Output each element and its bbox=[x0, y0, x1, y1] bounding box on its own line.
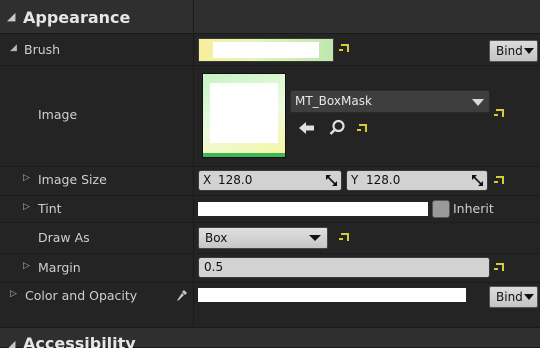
drag-handle-icon[interactable] bbox=[326, 175, 337, 186]
brush-bind-button[interactable]: Bind bbox=[489, 40, 538, 62]
chevron-down-icon bbox=[524, 48, 534, 54]
chevron-down-icon bbox=[524, 294, 534, 300]
reset-to-default-icon[interactable] bbox=[339, 44, 351, 52]
reset-to-default-icon[interactable] bbox=[494, 176, 506, 184]
section-title: Appearance bbox=[23, 8, 131, 27]
collapse-arrow-icon: ◢ bbox=[7, 10, 16, 23]
brush-label: Brush bbox=[24, 42, 61, 57]
appearance-section-header[interactable]: ◢ Appearance bbox=[0, 0, 540, 34]
margin-field[interactable]: 0.5 bbox=[198, 257, 490, 278]
image-label: Image bbox=[38, 107, 78, 122]
draw-as-label: Draw As bbox=[38, 230, 90, 245]
asset-name: MT_BoxMask bbox=[295, 94, 372, 108]
chevron-down-icon bbox=[309, 235, 321, 241]
find-in-browser-icon[interactable] bbox=[329, 119, 346, 136]
image-size-y-field[interactable]: Y 128.0 bbox=[346, 170, 488, 191]
pipette-icon[interactable] bbox=[176, 289, 188, 302]
color-bind-button[interactable]: Bind bbox=[489, 286, 538, 308]
chevron-down-icon bbox=[472, 99, 484, 106]
draw-as-dropdown[interactable]: Box bbox=[198, 227, 328, 249]
column-divider[interactable] bbox=[193, 0, 194, 330]
collapse-arrow-icon[interactable]: ◢ bbox=[10, 43, 17, 53]
margin-label: Margin bbox=[38, 260, 81, 275]
accessibility-section-header[interactable]: ◢ Accessibility bbox=[0, 327, 540, 348]
section-title: Accessibility bbox=[23, 334, 136, 348]
reset-to-default-icon[interactable] bbox=[339, 233, 351, 241]
image-size-label: Image Size bbox=[38, 172, 107, 187]
color-and-opacity-swatch[interactable] bbox=[198, 288, 466, 302]
expand-arrow-icon[interactable]: ▷ bbox=[23, 173, 30, 183]
expand-arrow-icon[interactable]: ▷ bbox=[23, 202, 30, 212]
color-and-opacity-label: Color and Opacity bbox=[25, 288, 138, 303]
brush-preview-swatch[interactable] bbox=[198, 38, 334, 62]
expand-arrow-icon[interactable]: ▷ bbox=[23, 261, 30, 271]
expand-arrow-icon[interactable]: ▷ bbox=[10, 289, 17, 299]
reset-to-default-icon[interactable] bbox=[357, 124, 369, 132]
reset-to-default-icon[interactable] bbox=[494, 109, 506, 117]
inherit-checkbox[interactable] bbox=[432, 200, 450, 218]
drag-handle-icon[interactable] bbox=[472, 175, 483, 186]
image-size-x-field[interactable]: X 128.0 bbox=[198, 170, 342, 191]
collapse-arrow-icon: ◢ bbox=[7, 338, 16, 348]
tint-label: Tint bbox=[38, 201, 62, 216]
inherit-label: Inherit bbox=[453, 201, 494, 216]
image-thumbnail[interactable] bbox=[202, 73, 286, 158]
image-asset-picker[interactable]: MT_BoxMask bbox=[290, 90, 490, 113]
reset-to-default-icon[interactable] bbox=[494, 263, 506, 271]
tint-color-swatch[interactable] bbox=[198, 202, 428, 216]
use-selected-asset-icon[interactable] bbox=[299, 121, 315, 135]
